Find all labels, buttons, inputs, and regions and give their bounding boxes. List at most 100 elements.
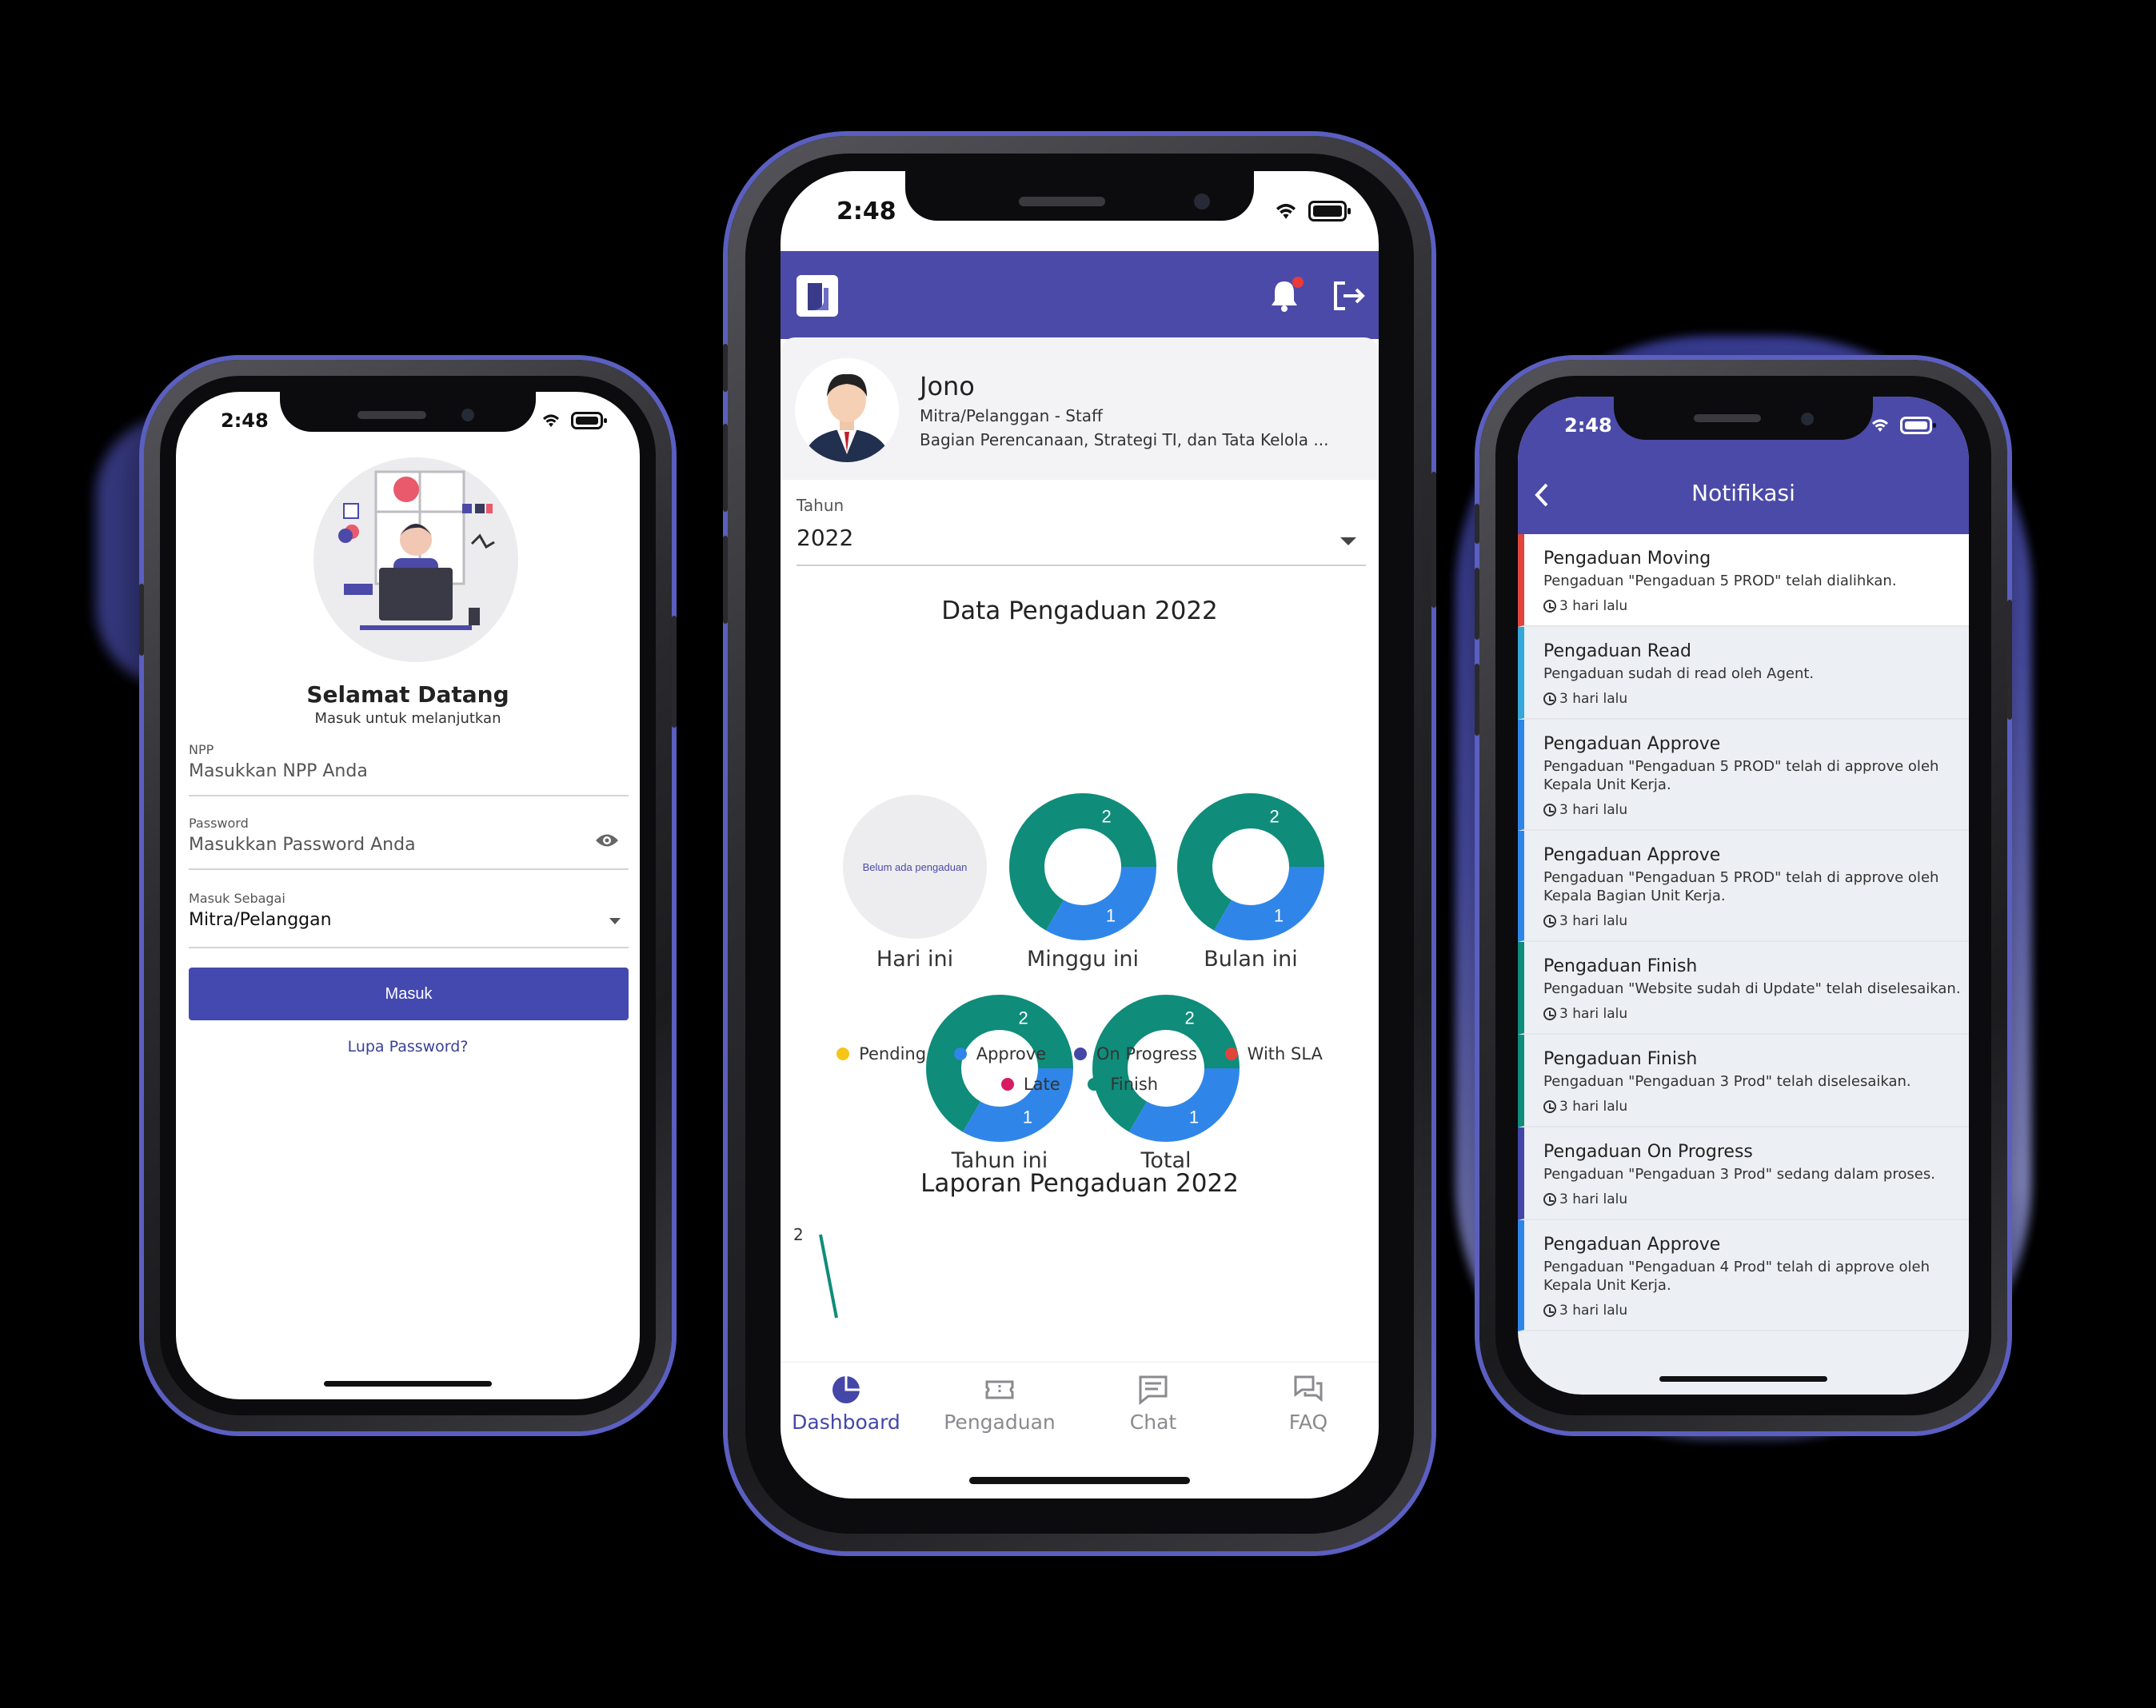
legend-pending: Pending xyxy=(836,1044,926,1064)
notification-title: Pengaduan Finish xyxy=(1543,956,1698,976)
battery-icon xyxy=(1900,417,1936,434)
chart-legend: Pending Approve On Progress With SLA xyxy=(781,1044,1379,1064)
chevron-down-icon[interactable] xyxy=(609,918,621,924)
clock-icon xyxy=(1543,692,1556,705)
pie-chart-icon xyxy=(832,1376,860,1403)
notification-screen: 2:48 Notifikasi Pengaduan Moving Pengadua… xyxy=(1518,397,1969,1395)
year-value[interactable]: 2022 xyxy=(797,525,853,551)
wifi-icon xyxy=(543,414,559,427)
year-select[interactable]: Tahun 2022 xyxy=(797,481,1366,566)
notification-desc: Pengaduan sudah di read oleh Agent. xyxy=(1543,665,1815,682)
eye-icon[interactable] xyxy=(595,833,619,848)
legend-dot xyxy=(1088,1078,1101,1091)
legend-dot xyxy=(1224,1048,1238,1060)
login-button[interactable]: Masuk xyxy=(189,968,629,1020)
battery-icon xyxy=(1308,201,1351,221)
legend-label: Approve xyxy=(976,1044,1047,1064)
nav-chat[interactable]: Chat xyxy=(1081,1374,1225,1434)
mute-button xyxy=(723,344,728,392)
approve-value: 1 xyxy=(1023,1107,1032,1127)
home-indicator xyxy=(1659,1376,1827,1382)
legend-dot xyxy=(1000,1078,1014,1091)
notification-time: 3 hari lalu xyxy=(1543,913,1961,929)
profile-card: Jono Mitra/Pelanggan - Staff Bagian Pere… xyxy=(781,337,1379,480)
role-value[interactable]: Mitra/Pelanggan xyxy=(189,910,332,930)
time-text: 3 hari lalu xyxy=(1559,691,1628,707)
legend-dot xyxy=(953,1048,967,1060)
password-input[interactable]: Masukkan Password Anda xyxy=(189,835,416,855)
app-logo-icon xyxy=(797,275,838,317)
nav-pengaduan[interactable]: Pengaduan xyxy=(928,1374,1072,1434)
notification-title: Pengaduan Approve xyxy=(1543,1235,1721,1255)
mute-button xyxy=(1475,504,1479,544)
welcome-title: Selamat Datang xyxy=(306,681,509,708)
nav-faq[interactable]: FAQ xyxy=(1236,1374,1379,1434)
donut-bulan-ini: 12 xyxy=(1177,793,1324,940)
user-role: Mitra/Pelanggan - Staff xyxy=(920,406,1103,425)
notification-item[interactable]: Pengaduan Read Pengaduan sudah di read ol… xyxy=(1518,627,1969,720)
notification-item[interactable]: Pengaduan Moving Pengaduan "Pengaduan 5 P… xyxy=(1518,534,1969,627)
logout-icon[interactable] xyxy=(1329,278,1367,313)
npp-field[interactable]: NPP Masukkan NPP Anda xyxy=(189,737,629,796)
home-indicator xyxy=(324,1381,492,1387)
power-button xyxy=(672,616,677,728)
camera xyxy=(1194,194,1210,210)
notification-time: 3 hari lalu xyxy=(1543,691,1961,707)
notification-desc: Pengaduan "Pengaduan 3 Prod" telah disel… xyxy=(1543,1073,1911,1090)
power-button xyxy=(1431,472,1436,608)
welcome-subtitle: Masuk untuk melanjutkan xyxy=(314,710,501,727)
status-time: 2:48 xyxy=(1564,414,1612,437)
notification-item[interactable]: Pengaduan Approve Pengaduan "Pengaduan 5 … xyxy=(1518,831,1969,942)
legend-label: Pending xyxy=(859,1044,927,1064)
phone-login: 2:48 Selamat Datang Masuk untuk melanjut… xyxy=(139,360,677,1431)
power-button xyxy=(2007,600,2012,720)
clock-icon xyxy=(1543,1193,1556,1206)
avatar xyxy=(795,358,899,462)
approve-value: 1 xyxy=(1274,906,1284,926)
legend-finish: Finish xyxy=(1088,1075,1158,1094)
notification-item[interactable]: Pengaduan On Progress Pengaduan "Pengadua… xyxy=(1518,1127,1969,1220)
legend-on-progress: On Progress xyxy=(1073,1044,1197,1064)
time-text: 3 hari lalu xyxy=(1559,913,1628,929)
chat-icon xyxy=(1139,1375,1168,1406)
notification-item[interactable]: Pengaduan Finish Pengaduan "Website sudah… xyxy=(1518,942,1969,1035)
notification-time: 3 hari lalu xyxy=(1543,598,1961,614)
clock-icon xyxy=(1543,1100,1556,1113)
time-text: 3 hari lalu xyxy=(1559,802,1628,818)
approve-value: 1 xyxy=(1106,906,1116,926)
password-field[interactable]: Password Masukkan Password Anda xyxy=(189,811,629,870)
donut-label: Bulan ini xyxy=(1204,947,1298,972)
chart-legend-row2: Late Finish xyxy=(781,1075,1379,1095)
notification-item[interactable]: Pengaduan Approve Pengaduan "Pengaduan 5 … xyxy=(1518,720,1969,831)
nav-dashboard[interactable]: Dashboard xyxy=(781,1374,918,1434)
status-time: 2:48 xyxy=(221,409,269,432)
time-text: 3 hari lalu xyxy=(1559,1006,1628,1022)
volume-button xyxy=(139,584,144,656)
volume-down-button xyxy=(723,536,728,624)
donut-total: 12 xyxy=(1092,995,1240,1142)
donut-tahun-ini: 12 xyxy=(926,995,1073,1142)
clock-icon xyxy=(1543,1304,1556,1317)
data-chart-title: Data Pengaduan 2022 xyxy=(941,597,1218,625)
legend-dot xyxy=(836,1048,850,1060)
notification-time: 3 hari lalu xyxy=(1543,1006,1961,1022)
notification-item[interactable]: Pengaduan Approve Pengaduan "Pengaduan 4 … xyxy=(1518,1220,1969,1331)
forgot-password-link[interactable]: Lupa Password? xyxy=(176,1038,640,1056)
phone-notifications: 2:48 Notifikasi Pengaduan Moving Pengadua… xyxy=(1475,360,2012,1431)
status-time: 2:48 xyxy=(836,197,896,225)
phone-dashboard: 2:48 Jono Mitra/Pelanggan - Staff Bagian… xyxy=(723,136,1436,1551)
role-select[interactable]: Masuk Sebagai Mitra/Pelanggan xyxy=(189,886,629,948)
time-text: 3 hari lalu xyxy=(1559,598,1628,614)
notification-badge xyxy=(1292,277,1304,288)
notification-time: 3 hari lalu xyxy=(1543,802,1961,818)
volume-down-button xyxy=(1475,664,1479,736)
npp-input[interactable]: Masukkan NPP Anda xyxy=(189,761,368,781)
chevron-down-icon[interactable] xyxy=(1340,537,1356,545)
faq-icon xyxy=(1294,1375,1323,1403)
notification-desc: Pengaduan "Pengaduan 5 PROD" telah diali… xyxy=(1543,573,1897,589)
volume-up-button xyxy=(723,424,728,512)
clock-icon xyxy=(1543,1008,1556,1020)
nav-label: Chat xyxy=(1129,1411,1177,1434)
nav-label: Pengaduan xyxy=(944,1411,1056,1434)
notification-item[interactable]: Pengaduan Finish Pengaduan "Pengaduan 3 P… xyxy=(1518,1035,1969,1127)
